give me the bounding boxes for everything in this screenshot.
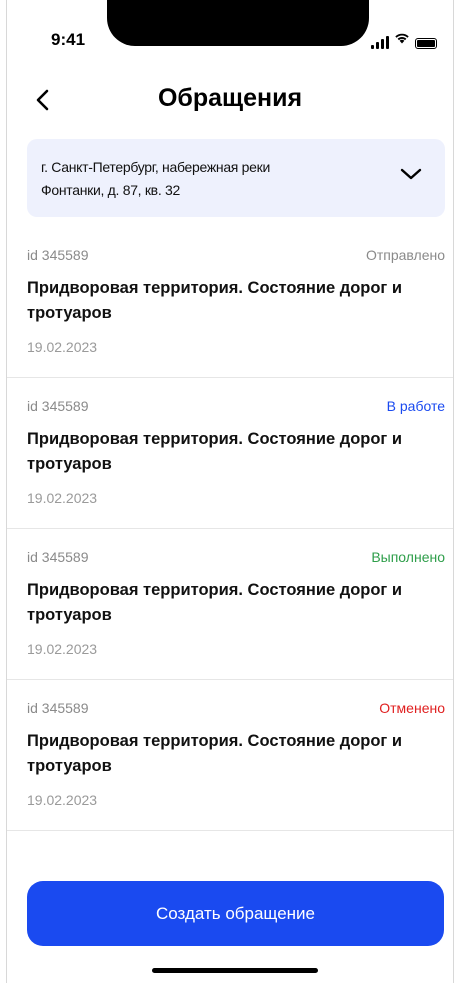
request-status: Отменено (379, 700, 445, 716)
request-status: В работе (386, 398, 445, 414)
header: Обращения (7, 70, 453, 130)
request-list: id 345589 Отправлено Придворовая террито… (7, 227, 453, 831)
request-id: id 345589 (27, 398, 89, 414)
request-date: 19.02.2023 (27, 490, 98, 506)
battery-icon (415, 38, 437, 49)
request-item[interactable]: id 345589 В работе Придворовая территори… (7, 378, 453, 529)
chevron-down-icon (400, 168, 422, 180)
address-line-2: Фонтанки, д. 87, кв. 32 (41, 182, 180, 198)
request-date: 19.02.2023 (27, 339, 98, 355)
status-time: 9:41 (51, 30, 86, 49)
request-title: Придворовая территория. Состояние дорог … (27, 430, 403, 473)
status-bar: 9:41 (7, 0, 453, 70)
wifi-icon (394, 31, 410, 49)
request-status: Отправлено (365, 247, 445, 263)
request-item[interactable]: id 345589 Отменено Придворовая территори… (7, 680, 453, 831)
address-selector[interactable]: г. Санкт-Петербург, набережная реки Фонт… (27, 139, 445, 217)
request-id: id 345589 (27, 247, 89, 263)
request-id: id 345589 (27, 700, 89, 716)
request-title: Придворовая территория. Состояние дорог … (27, 581, 403, 624)
request-title: Придворовая территория. Состояние дорог … (27, 279, 403, 322)
request-item[interactable]: id 345589 Выполнено Придворовая территор… (7, 529, 453, 680)
request-title: Придворовая территория. Состояние дорог … (27, 732, 403, 775)
create-request-button[interactable]: Создать обращение (27, 881, 444, 946)
page-title: Обращения (157, 84, 303, 112)
status-icons (371, 31, 437, 49)
home-indicator (152, 968, 318, 973)
notch (107, 0, 369, 46)
request-date: 19.02.2023 (27, 792, 98, 808)
signal-icon (371, 36, 389, 49)
phone-screen: 9:41 Обращения г. Санкт-Петербург, набер… (6, 0, 454, 983)
request-item[interactable]: id 345589 Отправлено Придворовая террито… (7, 227, 453, 378)
request-id: id 345589 (27, 549, 89, 565)
request-date: 19.02.2023 (27, 641, 98, 657)
request-status: Выполнено (371, 549, 445, 565)
address-line-1: г. Санкт-Петербург, набережная реки (41, 159, 270, 175)
